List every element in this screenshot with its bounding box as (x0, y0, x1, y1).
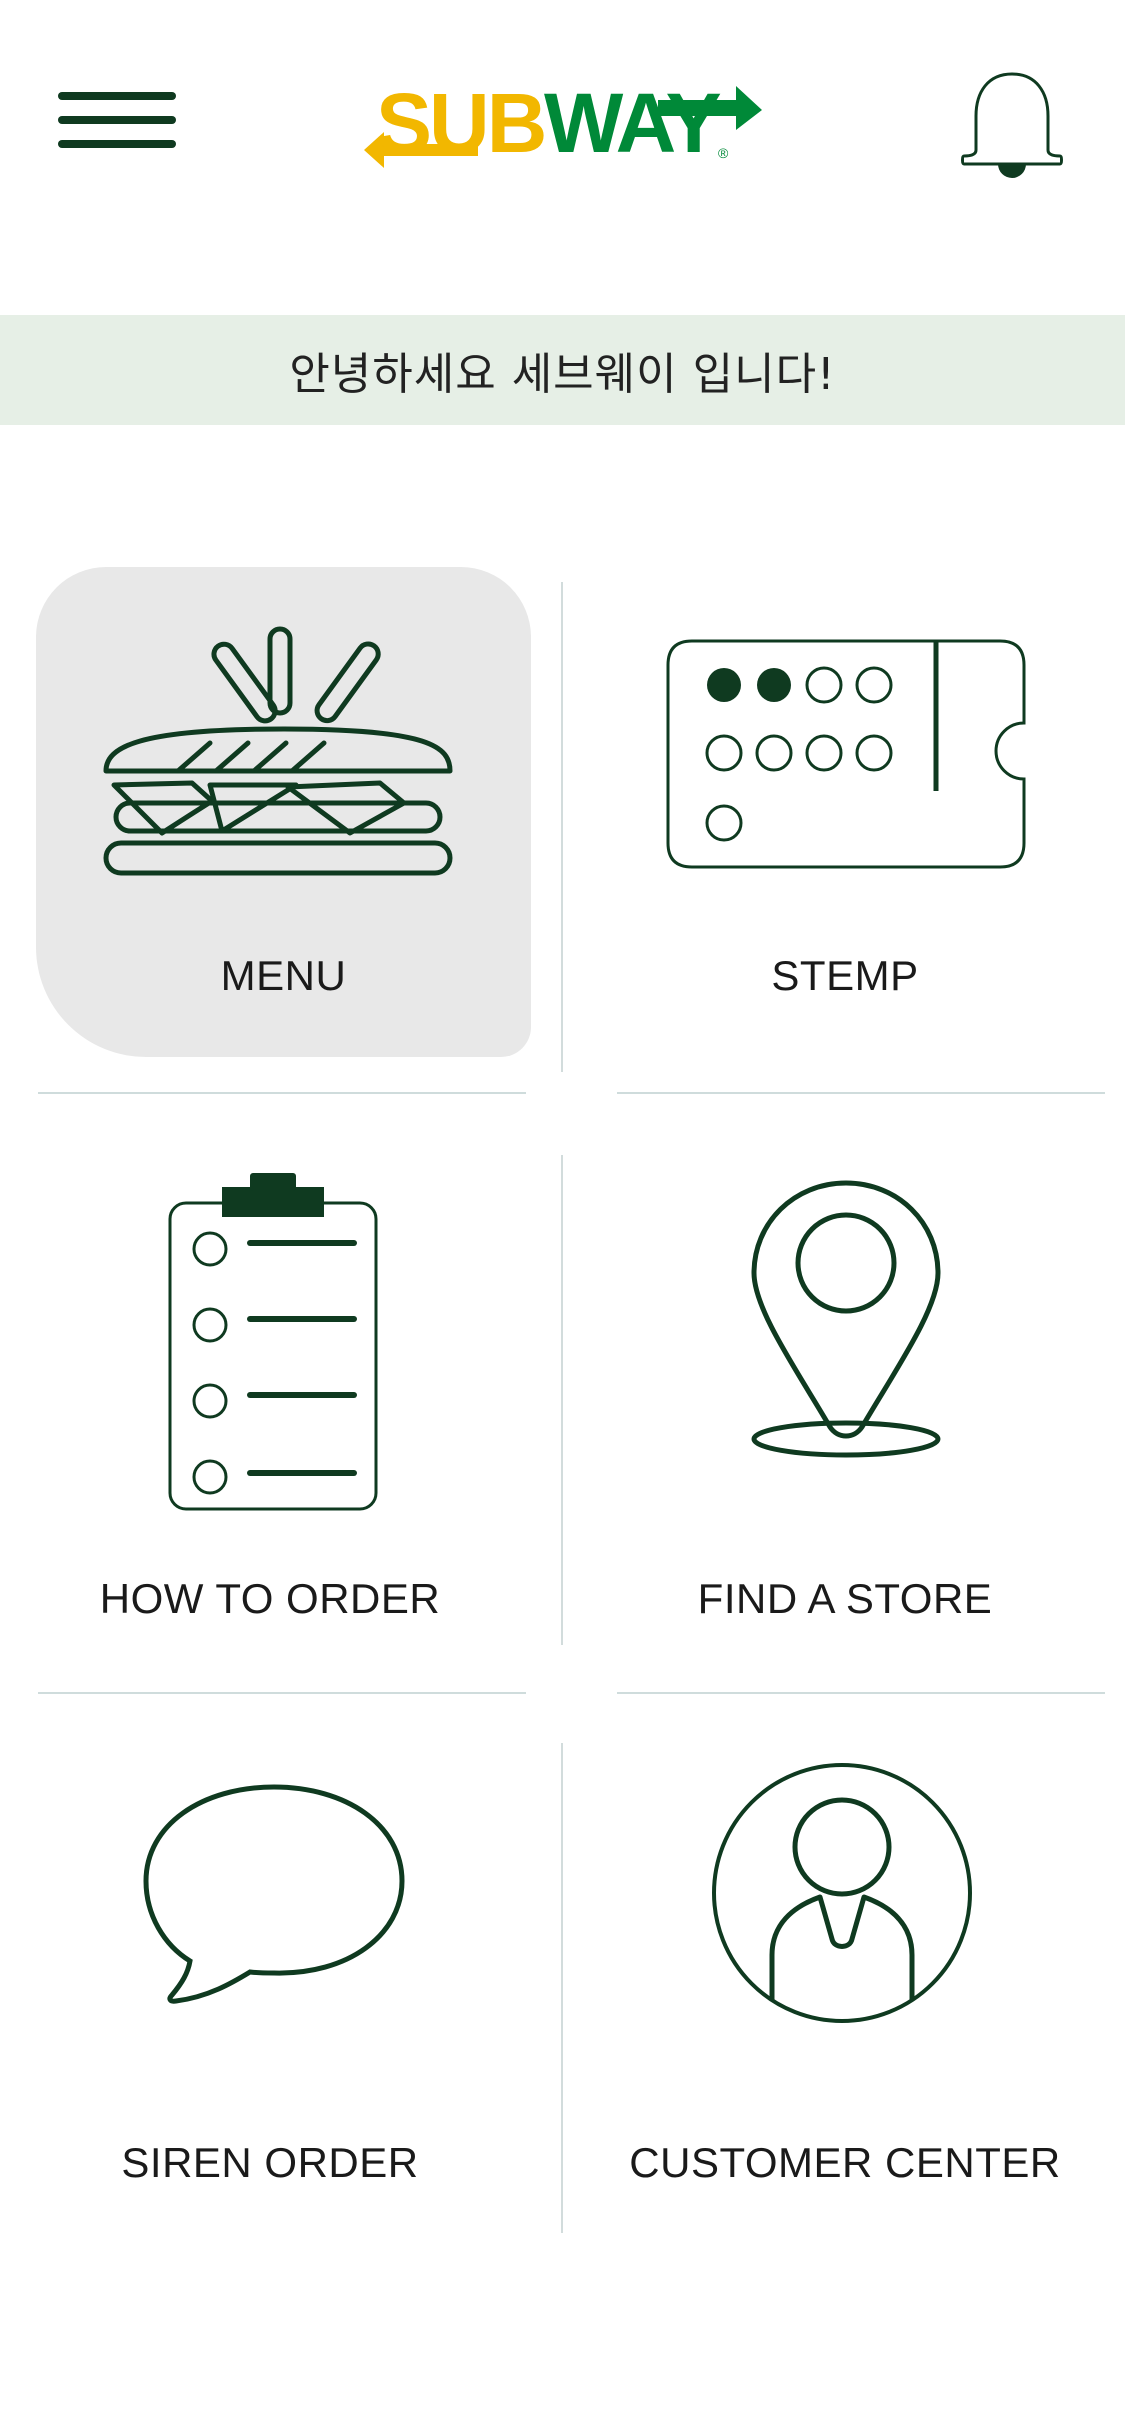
menu-tile[interactable]: MENU (36, 567, 531, 1057)
stamp-card-icon (666, 639, 1026, 869)
tile-label: HOW TO ORDER (99, 1575, 441, 1622)
clipboard-checklist-icon (168, 1173, 378, 1511)
grid-divider-horizontal (38, 1092, 526, 1094)
bell-icon[interactable] (960, 68, 1064, 178)
siren-order-tile[interactable]: SIREN ORDER (20, 1743, 520, 2233)
app-header: SUB WAY ® (0, 0, 1125, 300)
speech-bubble-icon (143, 1784, 405, 2004)
tile-label: FIND A STORE (697, 1575, 993, 1622)
location-pin-icon (751, 1180, 941, 1458)
grid-divider-vertical-2 (561, 1155, 563, 1645)
grid-divider-vertical-1 (561, 582, 563, 1072)
subway-logo[interactable]: SUB WAY ® (358, 78, 768, 168)
logo-registered-mark: ® (718, 145, 729, 161)
stemp-tile[interactable]: STEMP (590, 567, 1100, 1057)
tile-label: STEMP (771, 952, 919, 999)
grid-divider-horizontal (617, 1692, 1105, 1694)
hamburger-menu-icon[interactable] (56, 88, 180, 152)
grid-divider-vertical-3 (561, 1743, 563, 2233)
sandwich-icon (103, 626, 453, 876)
person-circle-icon (712, 1763, 972, 2023)
customer-center-tile[interactable]: CUSTOMER CENTER (590, 1743, 1100, 2233)
logo-sub-text: SUB (376, 78, 544, 168)
greeting-banner: 안녕하세요 세브웨이 입니다! (0, 315, 1125, 425)
tile-label: SIREN ORDER (121, 2139, 419, 2186)
how-to-order-tile[interactable]: HOW TO ORDER (20, 1155, 520, 1645)
grid-divider-horizontal (617, 1092, 1105, 1094)
tile-label: CUSTOMER CENTER (629, 2139, 1061, 2186)
grid-divider-horizontal (38, 1692, 526, 1694)
greeting-text: 안녕하세요 세브웨이 입니다! (289, 349, 836, 400)
tile-label: MENU (220, 952, 347, 999)
logo-way-text: WAY (544, 78, 721, 168)
find-a-store-tile[interactable]: FIND A STORE (590, 1155, 1100, 1645)
